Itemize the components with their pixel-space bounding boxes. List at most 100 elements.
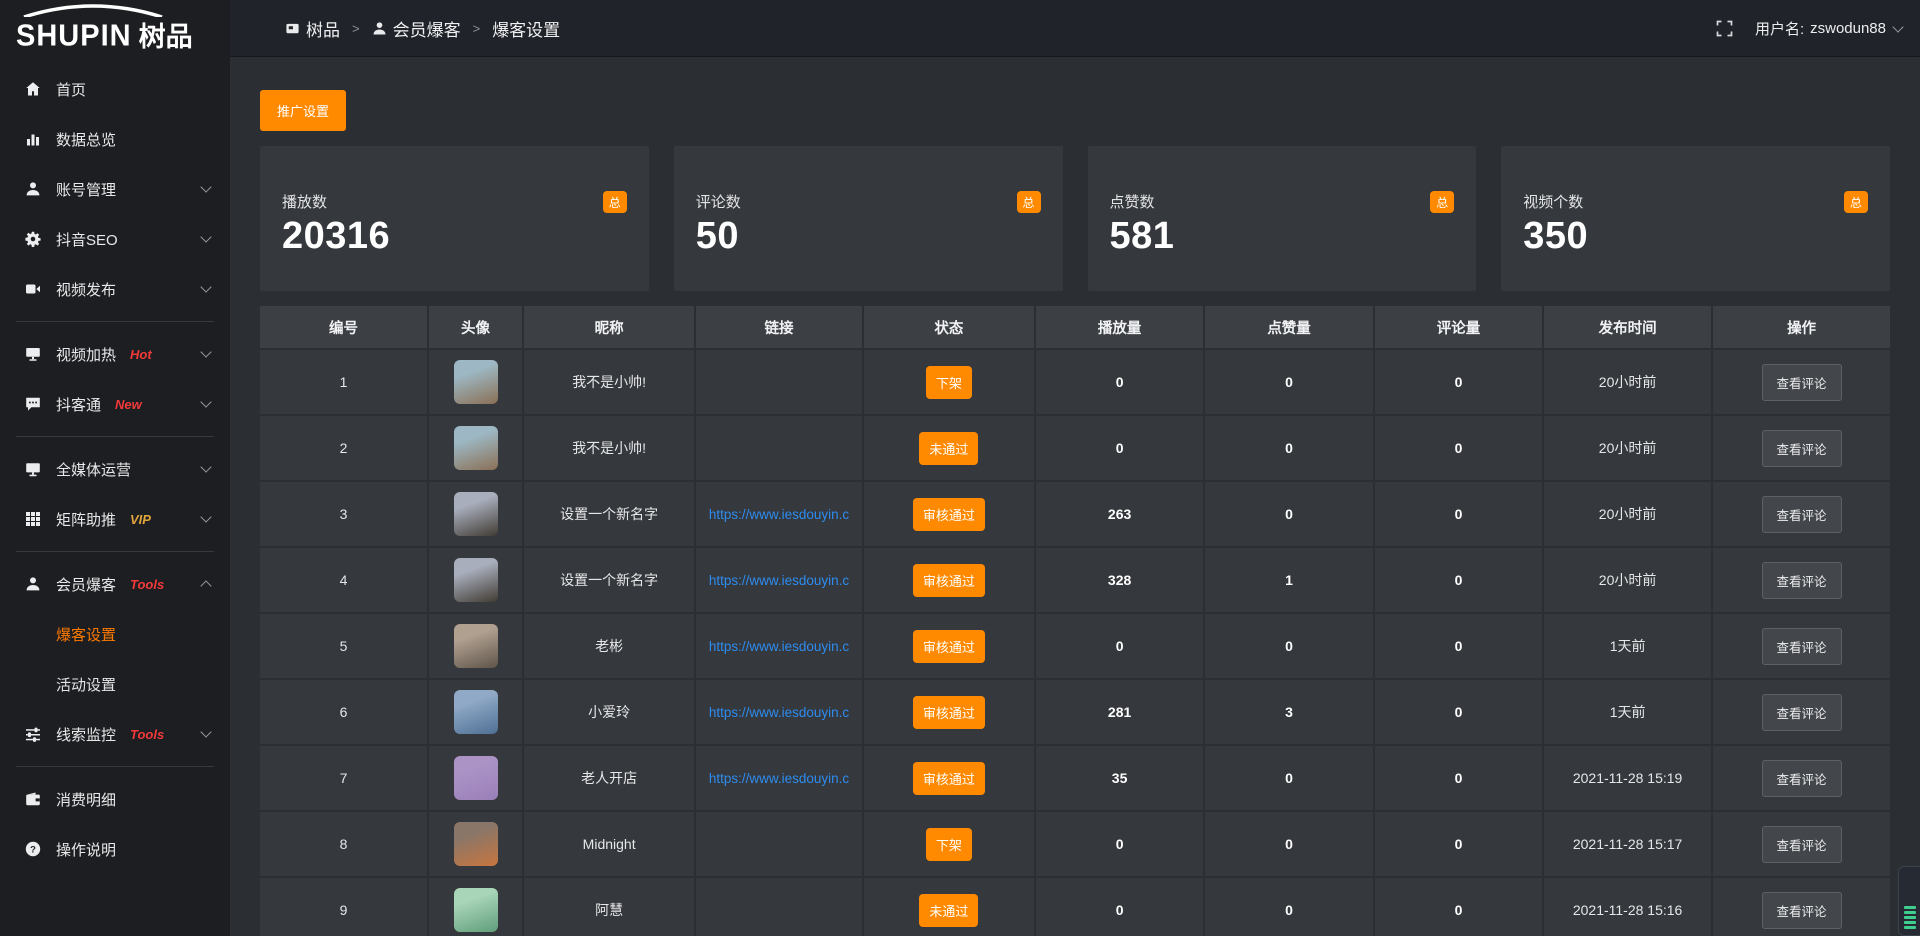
cell-link xyxy=(696,416,861,480)
table-row: 7老人开店https://www.iesdouyin.c审核通过35002021… xyxy=(260,746,1890,810)
cell-likes: 1 xyxy=(1205,548,1373,612)
view-comments-button[interactable]: 查看评论 xyxy=(1762,892,1842,929)
status-badge[interactable]: 审核通过 xyxy=(913,762,985,795)
cell-id: 3 xyxy=(260,482,427,546)
breadcrumb-label: 爆客设置 xyxy=(492,16,560,41)
video-link[interactable]: https://www.iesdouyin.c xyxy=(705,705,853,720)
video-link[interactable]: https://www.iesdouyin.c xyxy=(705,639,853,654)
cell-comments: 0 xyxy=(1375,878,1542,936)
stat-label: 评论数 xyxy=(696,191,741,212)
sidebar-item-5[interactable]: 视频发布 xyxy=(0,264,230,314)
cell-id: 6 xyxy=(260,680,427,744)
sidebar-subitem-爆客设置[interactable]: 爆客设置 xyxy=(0,609,230,659)
cell-action: 查看评论 xyxy=(1713,812,1890,876)
cell-id: 9 xyxy=(260,878,427,936)
cell-status: 未通过 xyxy=(864,416,1034,480)
cell-link xyxy=(696,812,861,876)
sidebar-item-label: 矩阵助推 xyxy=(56,509,116,530)
cell-link: https://www.iesdouyin.c xyxy=(696,746,861,810)
avatar xyxy=(454,624,498,668)
cell-time: 2021-11-28 15:17 xyxy=(1544,812,1711,876)
sidebar-item-11[interactable]: 线索监控 Tools xyxy=(0,709,230,759)
avatar xyxy=(454,558,498,602)
sidebar-item-9[interactable]: 矩阵助推VIP xyxy=(0,494,230,544)
cell-status: 审核通过 xyxy=(864,680,1034,744)
breadcrumb-label: 树品 xyxy=(306,16,340,41)
divider xyxy=(16,436,214,437)
column-header-昵称: 昵称 xyxy=(524,306,694,348)
sidebar-item-label: 线索监控 xyxy=(56,724,116,745)
username-label: 用户名: xyxy=(1755,18,1804,39)
sidebar-item-10[interactable]: 会员爆客Tools xyxy=(0,559,230,609)
table-row: 4设置一个新名字https://www.iesdouyin.c审核通过32810… xyxy=(260,548,1890,612)
widget-bar xyxy=(1904,911,1916,914)
cell-plays: 0 xyxy=(1036,878,1203,936)
sidebar-item-4[interactable]: 抖音SEO xyxy=(0,214,230,264)
breadcrumb-item[interactable]: 会员爆客 xyxy=(372,16,461,41)
cell-action: 查看评论 xyxy=(1713,680,1890,744)
stat-card-评论数: 评论数总50 xyxy=(674,146,1063,291)
sidebar-item-6[interactable]: 视频加热Hot xyxy=(0,329,230,379)
status-badge[interactable]: 未通过 xyxy=(919,894,978,927)
status-badge[interactable]: 审核通过 xyxy=(913,696,985,729)
status-badge[interactable]: 审核通过 xyxy=(913,564,985,597)
cell-time: 1天前 xyxy=(1544,614,1711,678)
view-comments-button[interactable]: 查看评论 xyxy=(1762,826,1842,863)
video-link[interactable]: https://www.iesdouyin.c xyxy=(705,573,853,588)
view-comments-button[interactable]: 查看评论 xyxy=(1762,760,1842,797)
video-link[interactable]: https://www.iesdouyin.c xyxy=(705,507,853,522)
video-link[interactable]: https://www.iesdouyin.c xyxy=(705,771,853,786)
status-badge[interactable]: 下架 xyxy=(926,366,972,399)
view-comments-button[interactable]: 查看评论 xyxy=(1762,694,1842,731)
user-icon xyxy=(372,21,387,36)
view-comments-button[interactable]: 查看评论 xyxy=(1762,364,1842,401)
cell-avatar xyxy=(429,812,522,876)
status-badge[interactable]: 审核通过 xyxy=(913,630,985,663)
view-comments-button[interactable]: 查看评论 xyxy=(1762,628,1842,665)
sidebar-item-7[interactable]: 抖客通New xyxy=(0,379,230,429)
status-badge[interactable]: 审核通过 xyxy=(913,498,985,531)
fullscreen-icon[interactable] xyxy=(1716,20,1733,37)
table-row: 1我不是小帅!下架00020小时前查看评论 xyxy=(260,350,1890,414)
sidebar-item-13[interactable]: ?操作说明 xyxy=(0,824,230,874)
breadcrumb-item[interactable]: 爆客设置 xyxy=(492,16,560,41)
cell-likes: 0 xyxy=(1205,614,1373,678)
sidebar-item-3[interactable]: 账号管理 xyxy=(0,164,230,214)
content: 推广设置 播放数总20316评论数总50点赞数总581视频个数总350 编号头像… xyxy=(230,57,1920,936)
breadcrumb-item[interactable]: 树品 xyxy=(285,16,340,41)
view-comments-button[interactable]: 查看评论 xyxy=(1762,496,1842,533)
floating-widget[interactable] xyxy=(1898,866,1920,936)
sidebar-item-12[interactable]: 消费明细 xyxy=(0,774,230,824)
sidebar-item-2[interactable]: 数据总览 xyxy=(0,114,230,164)
home-icon xyxy=(24,81,42,97)
sidebar-item-label: 账号管理 xyxy=(56,179,116,200)
cell-comments: 0 xyxy=(1375,548,1542,612)
cell-likes: 0 xyxy=(1205,746,1373,810)
status-badge[interactable]: 未通过 xyxy=(919,432,978,465)
breadcrumb-separator: > xyxy=(473,21,481,36)
cell-likes: 0 xyxy=(1205,350,1373,414)
promo-settings-button[interactable]: 推广设置 xyxy=(260,90,346,131)
stat-value: 350 xyxy=(1523,215,1868,258)
sidebar-item-1[interactable]: 首页 xyxy=(0,64,230,114)
status-badge[interactable]: 下架 xyxy=(926,828,972,861)
cell-status: 下架 xyxy=(864,812,1034,876)
view-comments-button[interactable]: 查看评论 xyxy=(1762,430,1842,467)
sidebar-subitem-活动设置[interactable]: 活动设置 xyxy=(0,659,230,709)
sidebar-item-label: 抖音SEO xyxy=(56,229,118,250)
sidebar-item-label: 消费明细 xyxy=(56,789,116,810)
cell-link: https://www.iesdouyin.c xyxy=(696,482,861,546)
column-header-点赞量: 点赞量 xyxy=(1205,306,1373,348)
user-menu[interactable]: 用户名: zswodun88 xyxy=(1755,18,1902,39)
sidebar-item-8[interactable]: 全媒体运营 xyxy=(0,444,230,494)
stat-value: 20316 xyxy=(282,215,627,258)
sidebar-item-badge: Tools xyxy=(130,727,164,742)
cell-nickname: 小爱玲 xyxy=(524,680,694,744)
cell-nickname: 我不是小帅! xyxy=(524,350,694,414)
grid-icon xyxy=(24,511,42,527)
video-icon xyxy=(24,281,42,297)
cell-action: 查看评论 xyxy=(1713,350,1890,414)
view-comments-button[interactable]: 查看评论 xyxy=(1762,562,1842,599)
chevron-down-icon xyxy=(200,396,211,407)
cell-avatar xyxy=(429,746,522,810)
